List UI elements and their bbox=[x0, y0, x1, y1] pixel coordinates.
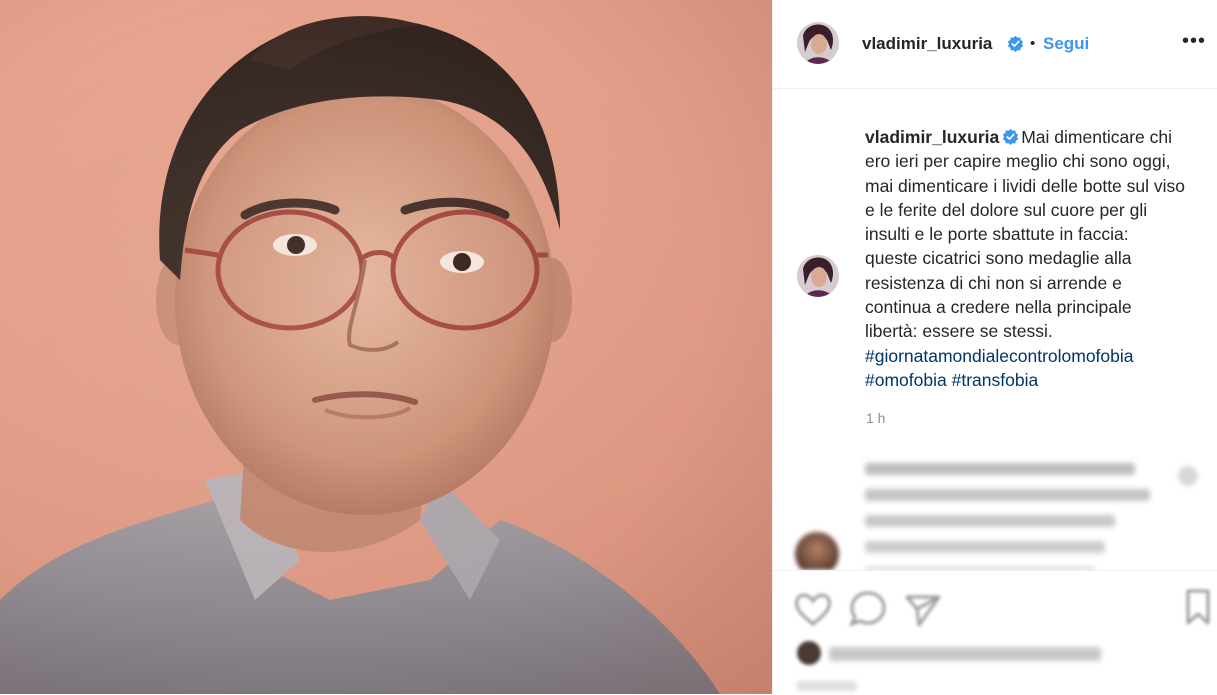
blurred-likes bbox=[829, 647, 1101, 661]
action-bar bbox=[773, 570, 1217, 695]
caption-text: Mai dimenticare chi ero ieri per capire … bbox=[865, 127, 1185, 342]
comment-icon[interactable] bbox=[848, 589, 888, 629]
post-caption: vladimir_luxuria Mai dimenticare chi ero… bbox=[865, 125, 1185, 392]
separator-dot: • bbox=[1030, 35, 1036, 52]
avatar[interactable] bbox=[797, 22, 839, 64]
verified-badge-icon bbox=[1007, 35, 1024, 52]
liked-by-avatar[interactable] bbox=[797, 641, 821, 665]
bookmark-icon[interactable] bbox=[1183, 587, 1213, 627]
caption-verified-badge-icon bbox=[1003, 128, 1019, 145]
hashtag-link[interactable]: #transfobia bbox=[952, 370, 1039, 390]
caption-avatar[interactable] bbox=[797, 255, 839, 297]
blurred-date bbox=[797, 681, 857, 691]
share-icon[interactable] bbox=[903, 589, 943, 629]
more-options-icon[interactable]: ••• bbox=[1182, 30, 1206, 53]
heart-icon[interactable] bbox=[793, 591, 833, 627]
comment-avatar[interactable] bbox=[795, 532, 843, 570]
caption-username[interactable]: vladimir_luxuria bbox=[865, 127, 999, 147]
hashtag-link[interactable]: #giornatamondialecontrolomofobia bbox=[865, 346, 1134, 366]
post-header: vladimir_luxuria • Segui ••• bbox=[773, 0, 1217, 89]
post-photo[interactable] bbox=[0, 0, 772, 694]
blurred-comment bbox=[865, 456, 1155, 570]
hashtag-link[interactable]: #omofobia bbox=[865, 370, 947, 390]
post-side-panel: vladimir_luxuria • Segui ••• vladimir_lu… bbox=[772, 0, 1217, 695]
header-username[interactable]: vladimir_luxuria bbox=[862, 34, 992, 54]
follow-button[interactable]: Segui bbox=[1043, 34, 1089, 54]
post-time: 1 h bbox=[866, 410, 886, 426]
comment-like-icon[interactable] bbox=[1178, 466, 1198, 486]
